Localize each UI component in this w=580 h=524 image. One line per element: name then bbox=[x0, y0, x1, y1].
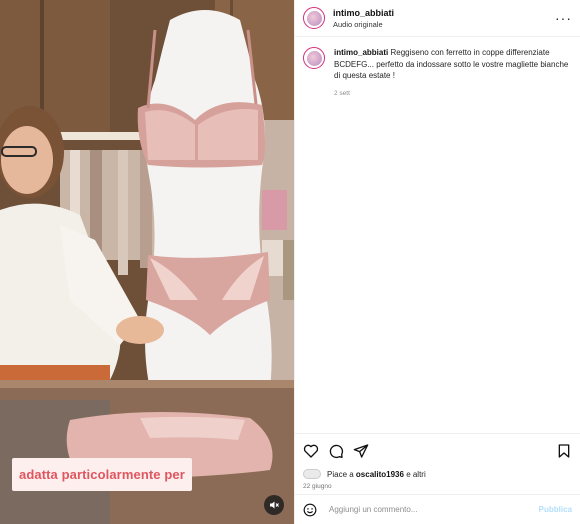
bookmark-icon[interactable] bbox=[556, 443, 572, 459]
add-comment-bar: Pubblica bbox=[295, 494, 580, 524]
reel-video[interactable]: adatta particolarmente per bbox=[0, 0, 294, 524]
emoji-icon[interactable] bbox=[303, 503, 317, 517]
liker-username[interactable]: oscalito1936 bbox=[356, 470, 404, 479]
more-dots-icon[interactable]: ··· bbox=[555, 11, 572, 25]
publish-button[interactable]: Pubblica bbox=[539, 505, 572, 514]
post-date[interactable]: 22 giugno bbox=[303, 483, 572, 490]
instagram-post-view: adatta particolarmente per intimo_abbiat… bbox=[0, 0, 580, 524]
profile-avatar[interactable] bbox=[303, 7, 325, 29]
heart-icon[interactable] bbox=[303, 443, 319, 459]
comment-input[interactable] bbox=[329, 505, 539, 514]
likes-summary[interactable]: Piace a oscalito1936 e altri bbox=[303, 469, 572, 479]
comment-username[interactable]: intimo_abbiati bbox=[334, 48, 388, 57]
post-sidebar: intimo_abbiati Audio originale ··· intim… bbox=[294, 0, 580, 524]
speaker-muted-icon[interactable] bbox=[264, 495, 284, 515]
action-bar: Piace a oscalito1936 e altri 22 giugno bbox=[295, 433, 580, 490]
audio-label[interactable]: Audio originale bbox=[333, 20, 394, 29]
share-icon[interactable] bbox=[353, 443, 369, 459]
likes-prefix: Piace a bbox=[327, 469, 354, 479]
post-header: intimo_abbiati Audio originale ··· bbox=[295, 0, 580, 37]
comment-icon[interactable] bbox=[328, 443, 344, 459]
comment-avatar[interactable] bbox=[303, 47, 325, 69]
video-frame bbox=[0, 0, 294, 524]
likes-suffix[interactable]: e altri bbox=[406, 470, 426, 479]
liker-avatar bbox=[303, 469, 321, 479]
caption-comment: intimo_abbiati Reggiseno con ferretto in… bbox=[295, 37, 580, 99]
comment-time[interactable]: 2 sett bbox=[334, 88, 569, 100]
post-username[interactable]: intimo_abbiati bbox=[333, 8, 394, 18]
video-caption: adatta particolarmente per bbox=[12, 458, 192, 491]
